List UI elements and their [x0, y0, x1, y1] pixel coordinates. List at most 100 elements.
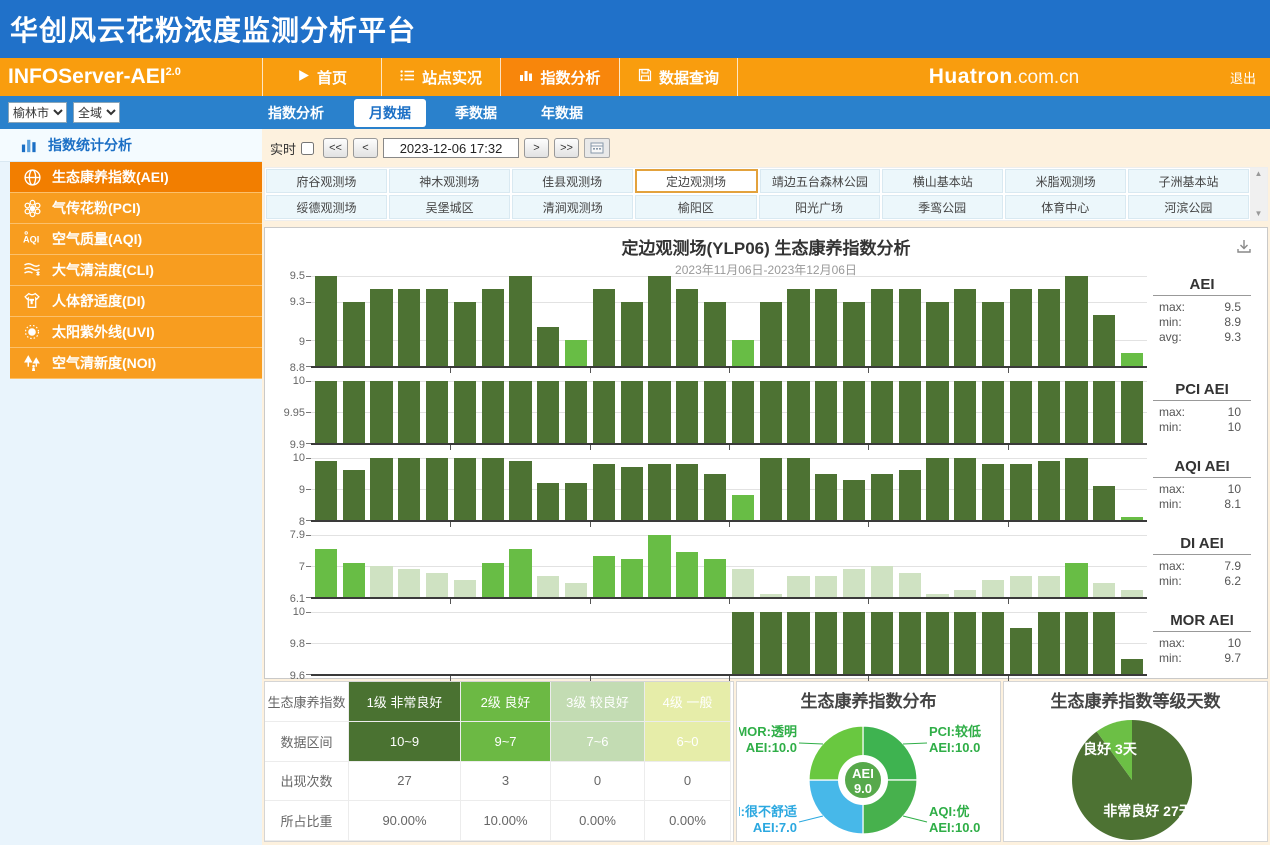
y-tick-label: 9.5	[290, 270, 305, 282]
bar	[565, 483, 587, 520]
pie-label-value: AEI:10.0	[929, 820, 980, 835]
bar	[426, 458, 448, 520]
bar-slot	[673, 458, 701, 520]
bar	[787, 381, 809, 443]
sidebar-stats-header[interactable]: 指数统计分析	[0, 129, 262, 162]
main-nav: INFOServer-AEI2.0 首页站点实况指数分析数据查询 Huatron…	[0, 58, 1270, 96]
calendar-button[interactable]	[584, 138, 610, 158]
nav-item-query[interactable]: 数据查询	[619, 58, 738, 96]
next-fast-button[interactable]: >>	[554, 138, 579, 158]
region-filters: 榆林市 全域	[0, 102, 262, 123]
area-select[interactable]: 全域	[73, 102, 120, 123]
station-button[interactable]: 米脂观测场	[1005, 169, 1126, 193]
bar-slot	[701, 276, 729, 366]
pie-center-value: 9.0	[853, 781, 871, 796]
table-row-label: 所占比重	[265, 801, 349, 841]
bar	[370, 458, 392, 520]
scroll-down-icon[interactable]: ▼	[1255, 210, 1263, 218]
scroll-up-icon[interactable]: ▲	[1255, 170, 1263, 178]
sidebar-item-di[interactable]: T人体舒适度(DI)	[10, 286, 262, 317]
stats-value: 10	[1228, 405, 1241, 419]
chart-stats-di-aei: DI AEImax:7.9min:6.2	[1147, 535, 1265, 599]
station-scrollbar[interactable]: ▲ ▼	[1250, 168, 1267, 220]
prev-button[interactable]: <	[353, 138, 378, 158]
station-button[interactable]: 榆阳区	[635, 195, 756, 219]
bar	[482, 289, 504, 366]
sidebar-item-cli[interactable]: 大气清洁度(CLI)	[10, 255, 262, 286]
bar-slot	[729, 458, 757, 520]
station-button[interactable]: 佳县观测场	[512, 169, 633, 193]
table-row-label: 数据区间	[265, 722, 349, 762]
y-tick-label: 8.8	[290, 362, 305, 374]
bar	[982, 302, 1004, 366]
date-toolbar: 实时 << < > >>	[264, 129, 1268, 167]
bar	[1010, 289, 1032, 366]
stats-label: min:	[1159, 420, 1182, 434]
tab-year[interactable]: 年数据	[526, 99, 598, 127]
station-button[interactable]: 绥德观测场	[266, 195, 387, 219]
prev-fast-button[interactable]: <<	[323, 138, 348, 158]
sidebar-item-pci[interactable]: 气传花粉(PCI)	[10, 193, 262, 224]
bar	[871, 474, 893, 521]
sidebar-item-uvi[interactable]: 太阳紫外线(UVI)	[10, 317, 262, 348]
city-select[interactable]: 榆林市	[8, 102, 67, 123]
bar-slot	[979, 535, 1007, 597]
bar-slot	[507, 612, 535, 674]
realtime-checkbox[interactable]	[301, 142, 314, 155]
station-selector: 府谷观测场神木观测场佳县观测场定边观测场靖边五台森林公园横山基本站米脂观测场子洲…	[264, 167, 1268, 221]
datetime-input[interactable]	[383, 138, 519, 158]
bar-slot	[368, 276, 396, 366]
station-button[interactable]: 季鸾公园	[882, 195, 1003, 219]
bar-slot	[590, 612, 618, 674]
days-label-main: 非常良好 27天	[1103, 803, 1193, 819]
bar-slot	[479, 458, 507, 520]
sidebar-item-noi[interactable]: 空气清新度(NOI)	[10, 348, 262, 379]
station-button[interactable]: 清涧观测场	[512, 195, 633, 219]
plot-area	[311, 458, 1147, 522]
station-button[interactable]: 体育中心	[1005, 195, 1126, 219]
y-tick-label: 8	[299, 516, 305, 528]
tab-season[interactable]: 季数据	[440, 99, 512, 127]
bar-slot	[479, 535, 507, 597]
nav-item-stations[interactable]: 站点实况	[381, 58, 500, 96]
bar-slot	[562, 535, 590, 597]
station-button[interactable]: 吴堡城区	[389, 195, 510, 219]
bar	[871, 612, 893, 674]
bar-slot	[868, 612, 896, 674]
next-button[interactable]: >	[524, 138, 549, 158]
bar-slot	[979, 458, 1007, 520]
station-button[interactable]: 阳光广场	[759, 195, 880, 219]
bar-slot	[812, 458, 840, 520]
cli-icon	[23, 261, 42, 280]
station-button[interactable]: 横山基本站	[882, 169, 1003, 193]
station-button[interactable]: 定边观测场	[635, 169, 758, 193]
sidebar-item-aqi[interactable]: AQI空气质量(AQI)	[10, 224, 262, 255]
tab-month[interactable]: 月数据	[354, 99, 426, 127]
station-button[interactable]: 神木观测场	[389, 169, 510, 193]
bar-slot	[896, 458, 924, 520]
sidebar-item-aei[interactable]: 生态康养指数(AEI)	[10, 162, 262, 193]
nav-item-label: 数据查询	[659, 67, 719, 88]
bar	[676, 289, 698, 366]
days-pie: 良好 3天非常良好 27天	[1006, 712, 1266, 842]
station-button[interactable]: 子洲基本站	[1128, 169, 1249, 193]
table-cell: 0	[551, 762, 645, 802]
bar-slot	[1063, 612, 1091, 674]
bar-slot	[896, 276, 924, 366]
logout-link[interactable]: 退出	[1230, 68, 1256, 87]
bar-slot	[451, 612, 479, 674]
station-button[interactable]: 府谷观测场	[266, 169, 387, 193]
y-tick-label: 9	[299, 484, 305, 496]
download-icon[interactable]	[1235, 238, 1253, 261]
stats-row: min:8.9	[1147, 314, 1265, 329]
bar-slot	[395, 612, 423, 674]
station-button[interactable]: 河滨公园	[1128, 195, 1249, 219]
bar	[454, 302, 476, 366]
station-button[interactable]: 靖边五台森林公园	[760, 169, 881, 193]
bar-slot	[395, 535, 423, 597]
stats-label: min:	[1159, 651, 1182, 665]
bar	[315, 549, 337, 597]
nav-item-home[interactable]: 首页	[262, 58, 381, 96]
bar	[426, 573, 448, 597]
nav-item-analysis[interactable]: 指数分析	[500, 58, 619, 96]
